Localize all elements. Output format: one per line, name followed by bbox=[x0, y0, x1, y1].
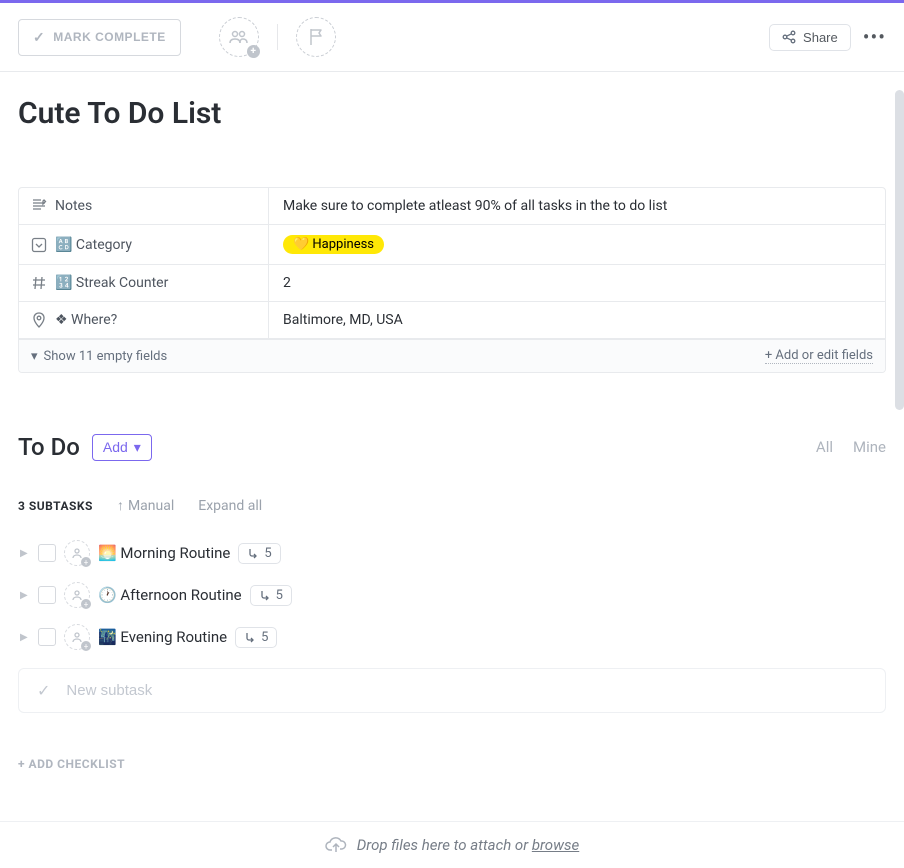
sort-button[interactable]: ↑ Manual bbox=[117, 497, 174, 514]
divider bbox=[277, 24, 278, 50]
person-icon bbox=[71, 589, 83, 601]
subtask-name[interactable]: 🌅 Morning Routine bbox=[98, 544, 230, 562]
subtask-meta: 3 SUBTASKS ↑ Manual Expand all bbox=[18, 497, 886, 514]
subtask-row[interactable]: ▶ + 🌃 Evening Routine 5 bbox=[18, 616, 886, 658]
add-label: Add bbox=[103, 439, 128, 455]
subtask-count: 3 SUBTASKS bbox=[18, 499, 93, 513]
flag-icon bbox=[308, 28, 324, 46]
property-value[interactable]: Baltimore, MD, USA bbox=[269, 302, 885, 338]
notes-icon bbox=[31, 198, 47, 214]
select-icon bbox=[31, 237, 47, 253]
property-label-text: 🔠 Category bbox=[55, 237, 132, 253]
property-row-streak: 🔢 Streak Counter 2 bbox=[19, 265, 885, 302]
toolbar-icons: + bbox=[219, 17, 769, 57]
check-icon: ✓ bbox=[33, 29, 45, 46]
hash-icon bbox=[31, 275, 47, 291]
add-checklist-button[interactable]: + ADD CHECKLIST bbox=[18, 757, 886, 771]
check-icon: ✓ bbox=[37, 681, 50, 700]
location-icon bbox=[31, 312, 47, 328]
subtask-checkbox[interactable] bbox=[38, 628, 56, 646]
subtask-icon bbox=[247, 547, 259, 559]
mark-complete-button[interactable]: ✓ MARK COMPLETE bbox=[18, 19, 181, 56]
property-label-text: 🔢 Streak Counter bbox=[55, 275, 168, 291]
subtask-name[interactable]: 🌃 Evening Routine bbox=[98, 628, 227, 646]
property-label[interactable]: 🔢 Streak Counter bbox=[19, 265, 269, 301]
subtask-list: ▶ + 🌅 Morning Routine 5 ▶ + 🕐 Afternoo bbox=[18, 532, 886, 658]
drop-text: Drop files here to attach or browse bbox=[357, 836, 580, 854]
cloud-upload-icon bbox=[325, 836, 347, 854]
subtask-row[interactable]: ▶ + 🌅 Morning Routine 5 bbox=[18, 532, 886, 574]
subtask-checkbox[interactable] bbox=[38, 544, 56, 562]
category-tag[interactable]: 💛 Happiness bbox=[283, 235, 384, 254]
person-icon bbox=[71, 547, 83, 559]
property-value[interactable]: Make sure to complete atleast 90% of all… bbox=[269, 188, 885, 224]
plus-badge: + bbox=[81, 641, 91, 651]
filter-mine[interactable]: Mine bbox=[853, 438, 886, 456]
property-value[interactable]: 💛 Happiness bbox=[269, 225, 885, 264]
subtask-count-pill[interactable]: 5 bbox=[235, 627, 277, 648]
add-subtask-button[interactable]: Add ▾ bbox=[92, 434, 152, 461]
chevron-down-icon: ▾ bbox=[31, 349, 38, 364]
toolbar-right: Share ••• bbox=[769, 24, 886, 51]
filter-all[interactable]: All bbox=[816, 438, 833, 456]
new-subtask-input[interactable] bbox=[66, 682, 867, 699]
subtask-count-pill[interactable]: 5 bbox=[238, 543, 280, 564]
show-empty-fields-button[interactable]: ▾ Show 11 empty fields bbox=[31, 349, 167, 364]
expand-caret-icon[interactable]: ▶ bbox=[20, 548, 30, 559]
more-menu-button[interactable]: ••• bbox=[863, 25, 886, 49]
mark-complete-label: MARK COMPLETE bbox=[53, 30, 166, 44]
expand-caret-icon[interactable]: ▶ bbox=[20, 632, 30, 643]
subtask-count-pill[interactable]: 5 bbox=[250, 585, 292, 606]
assignee-button[interactable]: + bbox=[64, 582, 90, 608]
show-empty-label: Show 11 empty fields bbox=[44, 349, 168, 364]
property-label-text: Notes bbox=[55, 198, 92, 214]
property-label[interactable]: ❖ Where? bbox=[19, 302, 269, 338]
share-button[interactable]: Share bbox=[769, 24, 851, 51]
people-icon bbox=[229, 30, 249, 44]
subtask-name[interactable]: 🕐 Afternoon Routine bbox=[98, 586, 242, 604]
chevron-down-icon: ▾ bbox=[134, 439, 141, 456]
subtask-icon bbox=[244, 631, 256, 643]
browse-link[interactable]: browse bbox=[532, 836, 579, 854]
add-edit-fields-button[interactable]: + Add or edit fields bbox=[765, 348, 873, 364]
priority-flag-button[interactable] bbox=[296, 17, 336, 57]
property-label[interactable]: 🔠 Category bbox=[19, 225, 269, 264]
share-label: Share bbox=[803, 30, 838, 45]
properties-footer: ▾ Show 11 empty fields + Add or edit fie… bbox=[19, 339, 885, 372]
assignee-button[interactable]: + bbox=[64, 540, 90, 566]
property-row-notes: Notes Make sure to complete atleast 90% … bbox=[19, 188, 885, 225]
assignees-button[interactable]: + bbox=[219, 17, 259, 57]
attachment-drop-bar[interactable]: Drop files here to attach or browse bbox=[0, 821, 904, 868]
subtask-checkbox[interactable] bbox=[38, 586, 56, 604]
property-label[interactable]: Notes bbox=[19, 188, 269, 224]
properties-table: Notes Make sure to complete atleast 90% … bbox=[18, 187, 886, 373]
share-icon bbox=[782, 30, 796, 44]
toolbar: ✓ MARK COMPLETE + S bbox=[0, 3, 904, 72]
property-row-where: ❖ Where? Baltimore, MD, USA bbox=[19, 302, 885, 339]
page-title[interactable]: Cute To Do List bbox=[18, 96, 886, 131]
property-label-text: ❖ Where? bbox=[55, 312, 117, 328]
expand-caret-icon[interactable]: ▶ bbox=[20, 590, 30, 601]
section-header: To Do Add ▾ All Mine bbox=[18, 433, 886, 461]
plus-badge: + bbox=[247, 45, 260, 58]
plus-badge: + bbox=[81, 557, 91, 567]
sort-label: Manual bbox=[128, 498, 174, 514]
sort-arrow-icon: ↑ bbox=[117, 497, 124, 514]
filter-tabs: All Mine bbox=[816, 438, 886, 456]
person-icon bbox=[71, 631, 83, 643]
property-row-category: 🔠 Category 💛 Happiness bbox=[19, 225, 885, 265]
expand-all-button[interactable]: Expand all bbox=[198, 498, 262, 514]
assignee-button[interactable]: + bbox=[64, 624, 90, 650]
new-subtask-row[interactable]: ✓ bbox=[18, 668, 886, 713]
section-title: To Do bbox=[18, 433, 80, 461]
plus-badge: + bbox=[81, 599, 91, 609]
property-value[interactable]: 2 bbox=[269, 265, 885, 301]
scrollbar[interactable] bbox=[895, 90, 904, 410]
subtask-row[interactable]: ▶ + 🕐 Afternoon Routine 5 bbox=[18, 574, 886, 616]
subtask-icon bbox=[259, 589, 271, 601]
content: Cute To Do List Notes Make sure to compl… bbox=[0, 72, 904, 771]
